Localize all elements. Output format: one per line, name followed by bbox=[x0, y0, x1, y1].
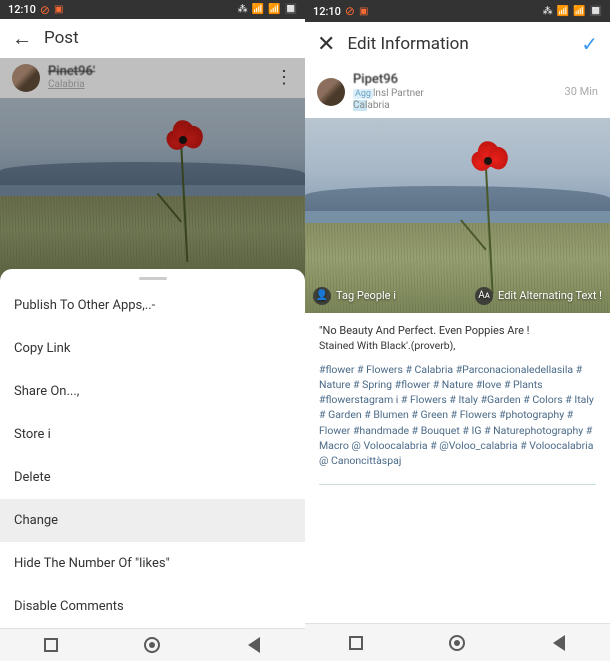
bluetooth-icon: ⁂ bbox=[543, 6, 553, 17]
user-name: Pipet96 bbox=[353, 72, 565, 88]
nav-recent[interactable] bbox=[345, 632, 367, 654]
menu-item-7[interactable]: Disable Comments bbox=[0, 585, 305, 628]
system-nav bbox=[0, 628, 305, 661]
nav-back[interactable] bbox=[548, 632, 570, 654]
menu-item-2[interactable]: Share On..., bbox=[0, 370, 305, 413]
status-app-icon: ▣ bbox=[359, 6, 368, 17]
bluetooth-icon: ⁂ bbox=[238, 4, 248, 15]
alt-text-label: Edit Alternating Text ! bbox=[498, 289, 602, 302]
nav-home[interactable] bbox=[446, 632, 468, 654]
close-icon[interactable]: ✕ bbox=[317, 32, 335, 57]
status-bar: 12:10 ⊘ ▣ ⁂ 📶 📶 🔲 bbox=[0, 0, 305, 19]
status-time: 12:10 bbox=[8, 3, 36, 16]
nav-home[interactable] bbox=[141, 634, 163, 656]
signal-icon: 📶 bbox=[557, 6, 569, 17]
tag-people-label: Tag People i bbox=[336, 289, 396, 302]
user-badge: Agglnsl Partner bbox=[353, 88, 565, 100]
status-bar: 12:10 ⊘ ▣ ⁂ 📶 📶 🔲 bbox=[305, 0, 610, 22]
caption-quote: "No Beauty And Perfect. Even Poppies Are… bbox=[319, 323, 596, 354]
post-time: 30 Min bbox=[565, 85, 598, 98]
alt-text-icon: Aᴀ bbox=[475, 287, 493, 305]
user-location[interactable]: Calabria bbox=[353, 100, 565, 112]
menu-item-5[interactable]: Change bbox=[0, 499, 305, 542]
user-row: Pinet96' Calabria ⋮ bbox=[0, 58, 305, 98]
user-location[interactable]: Calabria bbox=[48, 79, 275, 91]
avatar[interactable] bbox=[12, 64, 40, 92]
avatar[interactable] bbox=[317, 78, 345, 106]
system-nav bbox=[305, 623, 610, 661]
back-icon[interactable]: ← bbox=[12, 26, 32, 51]
bottom-sheet: Publish To Other Apps,..-Copy LinkShare … bbox=[0, 269, 305, 628]
person-icon: 👤 bbox=[313, 287, 331, 305]
sheet-handle[interactable] bbox=[139, 277, 167, 280]
dnd-icon: ⊘ bbox=[345, 4, 355, 18]
user-row: Pipet96 Agglnsl Partner Calabria 30 Min bbox=[305, 66, 610, 118]
menu-item-4[interactable]: Delete bbox=[0, 456, 305, 499]
battery-icon: 🔲 bbox=[590, 6, 602, 17]
dnd-icon: ⊘ bbox=[40, 3, 50, 17]
topbar: ← Post bbox=[0, 19, 305, 57]
post-photo[interactable]: 👤 Tag People i Aᴀ Edit Alternating Text … bbox=[305, 118, 610, 313]
topbar: ✕ Edit Information ✓ bbox=[305, 22, 610, 66]
menu-item-6[interactable]: Hide The Number Of "likes" bbox=[0, 542, 305, 585]
nav-recent[interactable] bbox=[40, 634, 62, 656]
nav-back[interactable] bbox=[243, 634, 265, 656]
battery-icon: 🔲 bbox=[285, 4, 297, 15]
status-app-icon: ▣ bbox=[54, 4, 63, 15]
page-title: Edit Information bbox=[347, 34, 468, 54]
status-time: 12:10 bbox=[313, 5, 341, 18]
edit-alt-text-button[interactable]: Aᴀ Edit Alternating Text ! bbox=[475, 287, 602, 305]
post-photo[interactable] bbox=[0, 98, 305, 281]
menu-item-3[interactable]: Store i bbox=[0, 413, 305, 456]
more-icon[interactable]: ⋮ bbox=[275, 67, 293, 88]
signal-icon-2: 📶 bbox=[573, 6, 585, 17]
signal-icon: 📶 bbox=[252, 4, 264, 15]
signal-icon-2: 📶 bbox=[268, 4, 280, 15]
menu-item-1[interactable]: Copy Link bbox=[0, 327, 305, 370]
user-name: Pinet96' bbox=[48, 64, 275, 80]
menu-item-0[interactable]: Publish To Other Apps,..- bbox=[0, 284, 305, 327]
caption-hashtags: #flower # Flowers # Calabria #Parconacio… bbox=[319, 362, 596, 469]
tag-people-button[interactable]: 👤 Tag People i bbox=[313, 287, 396, 305]
page-title: Post bbox=[44, 28, 79, 48]
caption-area[interactable]: "No Beauty And Perfect. Even Poppies Are… bbox=[305, 313, 610, 479]
confirm-icon[interactable]: ✓ bbox=[581, 32, 598, 56]
